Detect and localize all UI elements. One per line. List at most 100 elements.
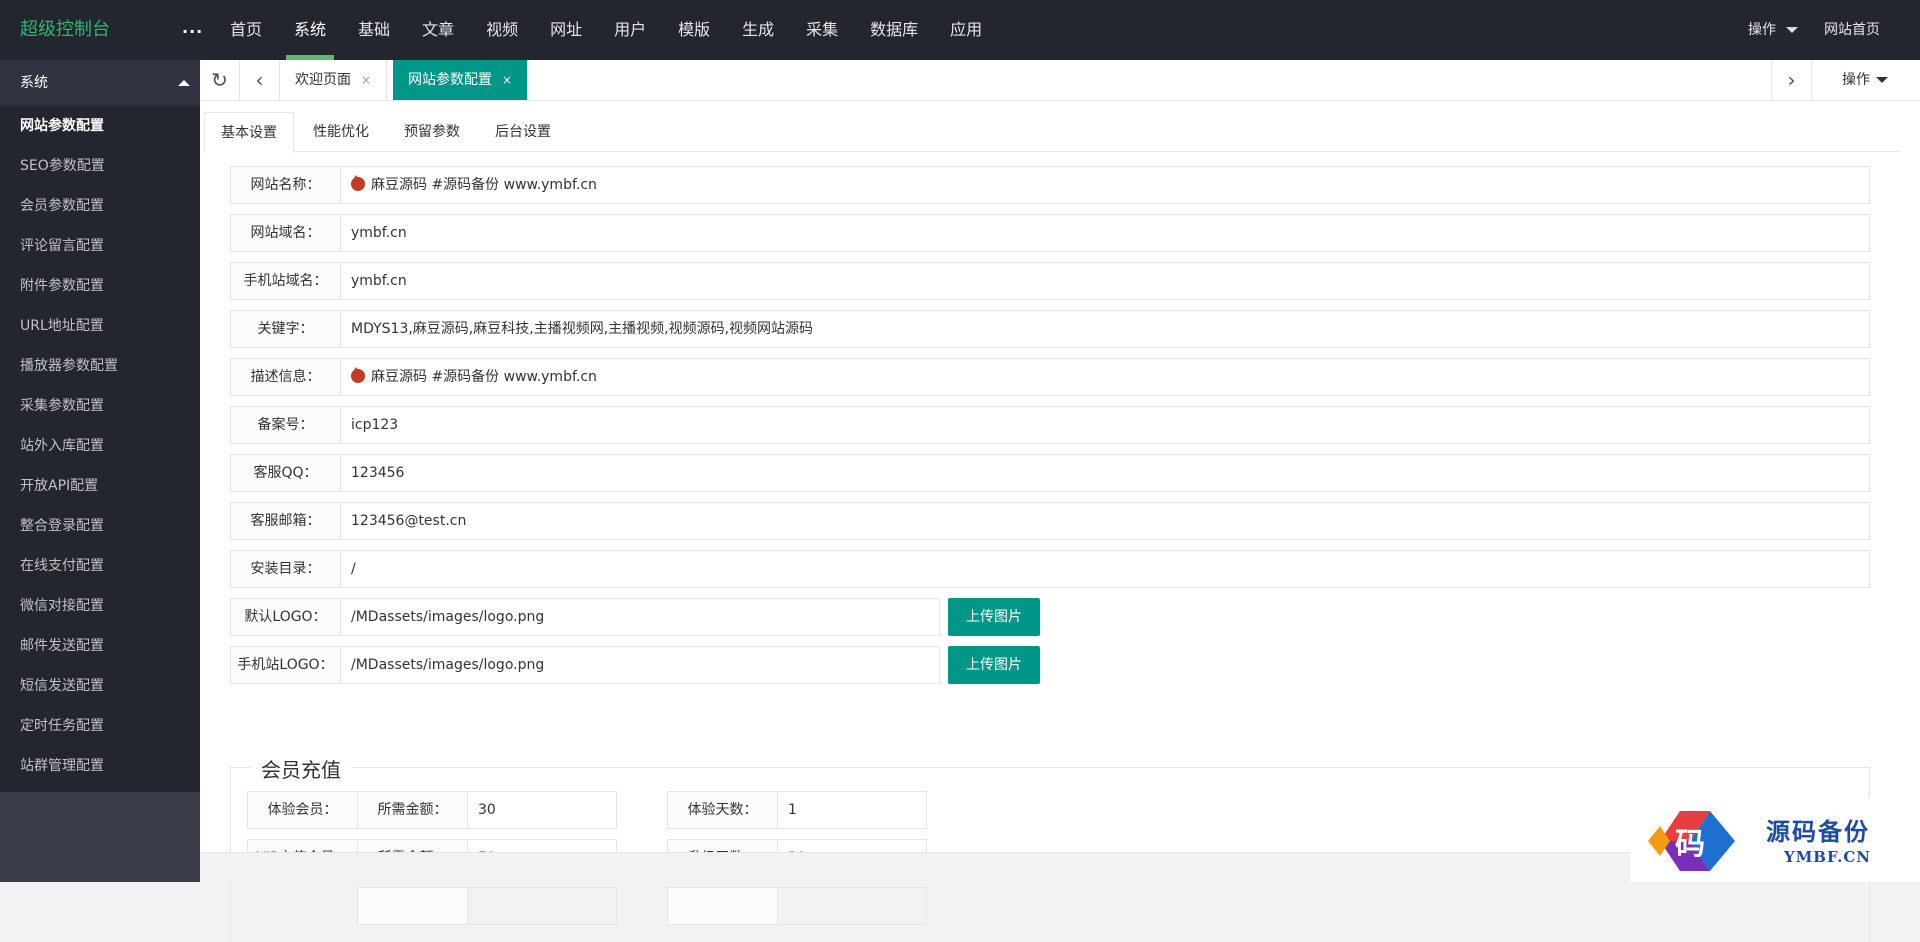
site-domain-label: 网站域名： [230,214,340,252]
operate-dropdown[interactable]: 操作 [1728,0,1818,60]
refresh-icon[interactable]: ↻ [200,60,240,100]
form-row-email: 客服邮箱： 123456@test.cn [230,502,1870,540]
topnav-item-apps[interactable]: 应用 [934,0,998,60]
topnav-item-article[interactable]: 文章 [406,0,470,60]
partial-input[interactable] [777,887,927,925]
sidebar-item-email-config[interactable]: 邮件发送配置 [0,626,200,666]
qq-input[interactable]: 123456 [340,454,1870,492]
site-domain-input[interactable]: ymbf.cn [340,214,1870,252]
description-value: 麻豆源码 #源码备份 www.ymbf.cn [371,369,597,385]
sidebar-item-import-config[interactable]: 站外入库配置 [0,426,200,466]
sidebar-group-system[interactable]: 系统 [0,60,200,106]
watermark-url: YMBF.CN [1784,848,1872,866]
tab-reserved-params[interactable]: 预留参数 [388,112,476,152]
chevron-right-icon[interactable]: › [1771,60,1811,100]
top-header: 超级控制台 ... 首页 系统 基础 文章 视频 网址 用户 模版 生成 采集 … [0,0,1920,60]
mobile-logo-input[interactable]: /MDassets/images/logo.png [340,646,940,684]
email-input[interactable]: 123456@test.cn [340,502,1870,540]
page-tab-label: 欢迎页面 [295,72,351,88]
sidebar-item-payment-config[interactable]: 在线支付配置 [0,546,200,586]
page-tab-site-config[interactable]: 网站参数配置 × [393,60,529,100]
sidebar-item-api-config[interactable]: 开放API配置 [0,466,200,506]
settings-form: 网站名称： 麻豆源码 #源码备份 www.ymbf.cn 网站域名： ymbf.… [230,166,1870,694]
form-row-install-dir: 安装目录： / [230,550,1870,588]
sidebar-item-cluster-config[interactable]: 站群管理配置 [0,746,200,786]
sidebar-menu: 网站参数配置 SEO参数配置 会员参数配置 评论留言配置 附件参数配置 URL地… [0,106,200,792]
sidebar-item-comment-config[interactable]: 评论留言配置 [0,226,200,266]
more-menu-icon[interactable]: ... [182,0,203,56]
tabs-operate-label: 操作 [1842,72,1870,88]
logo-input[interactable]: /MDassets/images/logo.png [340,598,940,636]
tab-admin-settings[interactable]: 后台设置 [479,112,567,152]
member-recharge-legend: 会员充值 [251,754,351,783]
sidebar-item-collect-config[interactable]: 采集参数配置 [0,386,200,426]
app-title[interactable]: 超级控制台 [20,0,110,60]
topnav-item-collect[interactable]: 采集 [790,0,854,60]
trial-days-input[interactable]: 1 [777,791,927,829]
topnav-item-system[interactable]: 系统 [278,0,342,60]
partial-label [357,887,467,925]
site-name-input[interactable]: 麻豆源码 #源码备份 www.ymbf.cn [340,166,1870,204]
sidebar-item-site-config[interactable]: 网站参数配置 [0,106,200,146]
close-icon[interactable]: × [361,73,371,87]
sidebar-item-wechat-config[interactable]: 微信对接配置 [0,586,200,626]
form-row-qq: 客服QQ： 123456 [230,454,1870,492]
sidebar-item-timer-config[interactable]: 定时任务配置 [0,706,200,746]
upload-logo-button[interactable]: 上传图片 [948,598,1040,636]
topnav-item-basic[interactable]: 基础 [342,0,406,60]
topnav-item-home[interactable]: 首页 [214,0,278,60]
description-label: 描述信息： [230,358,340,396]
devil-emoji-icon [351,175,365,191]
topnav-item-database[interactable]: 数据库 [854,0,934,60]
page-tab-welcome[interactable]: 欢迎页面 × [280,60,388,100]
topnav-item-user[interactable]: 用户 [598,0,662,60]
watermark-title: 源码备份 [1766,817,1870,846]
form-row-description: 描述信息： 麻豆源码 #源码备份 www.ymbf.cn [230,358,1870,396]
operate-label: 操作 [1748,22,1776,38]
tabs-operate-dropdown[interactable]: 操作 [1811,60,1920,100]
partial-input[interactable] [467,887,617,925]
member-row-trial: 体验会员： 所需金额： 30 体验天数： 1 [247,791,927,829]
site-name-value: 麻豆源码 #源码备份 www.ymbf.cn [371,177,597,193]
trial-member-label: 体验会员： [247,791,357,829]
mobile-logo-label: 手机站LOGO： [230,646,340,684]
sidebar-item-url-config[interactable]: URL地址配置 [0,306,200,346]
sidebar-group-label: 系统 [20,75,48,91]
form-row-logo: 默认LOGO： /MDassets/images/logo.png 上传图片 [230,598,1870,636]
sidebar-item-seo-config[interactable]: SEO参数配置 [0,146,200,186]
form-row-keywords: 关键字： MDYS13,麻豆源码,麻豆科技,主播视频网,主播视频,视频源码,视频… [230,310,1870,348]
watermark: 码 源码备份 YMBF.CN [1630,798,1920,882]
description-input[interactable]: 麻豆源码 #源码备份 www.ymbf.cn [340,358,1870,396]
sidebar-item-sms-config[interactable]: 短信发送配置 [0,666,200,706]
chevron-left-icon[interactable]: ‹ [240,60,280,100]
keywords-input[interactable]: MDYS13,麻豆源码,麻豆科技,主播视频网,主播视频,视频源码,视频网站源码 [340,310,1870,348]
topnav-item-generate[interactable]: 生成 [726,0,790,60]
top-navigation: 首页 系统 基础 文章 视频 网址 用户 模版 生成 采集 数据库 应用 [214,0,998,60]
close-icon[interactable]: × [502,73,512,87]
install-dir-input[interactable]: / [340,550,1870,588]
topnav-item-url[interactable]: 网址 [534,0,598,60]
caret-up-icon [178,80,190,86]
mobile-domain-input[interactable]: ymbf.cn [340,262,1870,300]
sidebar-item-login-config[interactable]: 整合登录配置 [0,506,200,546]
sidebar-item-attachment-config[interactable]: 附件参数配置 [0,266,200,306]
topnav-item-video[interactable]: 视频 [470,0,534,60]
watermark-logo-icon: 码 [1648,811,1735,871]
upload-mobile-logo-button[interactable]: 上传图片 [948,646,1040,684]
site-home-link[interactable]: 网站首页 [1818,0,1920,60]
icp-input[interactable]: icp123 [340,406,1870,444]
qq-label: 客服QQ： [230,454,340,492]
sidebar-item-player-config[interactable]: 播放器参数配置 [0,346,200,386]
install-dir-label: 安装目录： [230,550,340,588]
sidebar-item-member-config[interactable]: 会员参数配置 [0,186,200,226]
tab-basic-settings[interactable]: 基本设置 [204,112,294,153]
topnav-item-template[interactable]: 模版 [662,0,726,60]
caret-down-icon [1786,27,1798,33]
watermark-glyph: 码 [1675,827,1705,862]
main-content: ↻ ‹ 欢迎页面 × 网站参数配置 × › 操作 基本设置 性能优化 预留参数 后台… [200,60,1920,942]
trial-amount-input[interactable]: 30 [467,791,617,829]
tab-performance[interactable]: 性能优化 [297,112,385,152]
